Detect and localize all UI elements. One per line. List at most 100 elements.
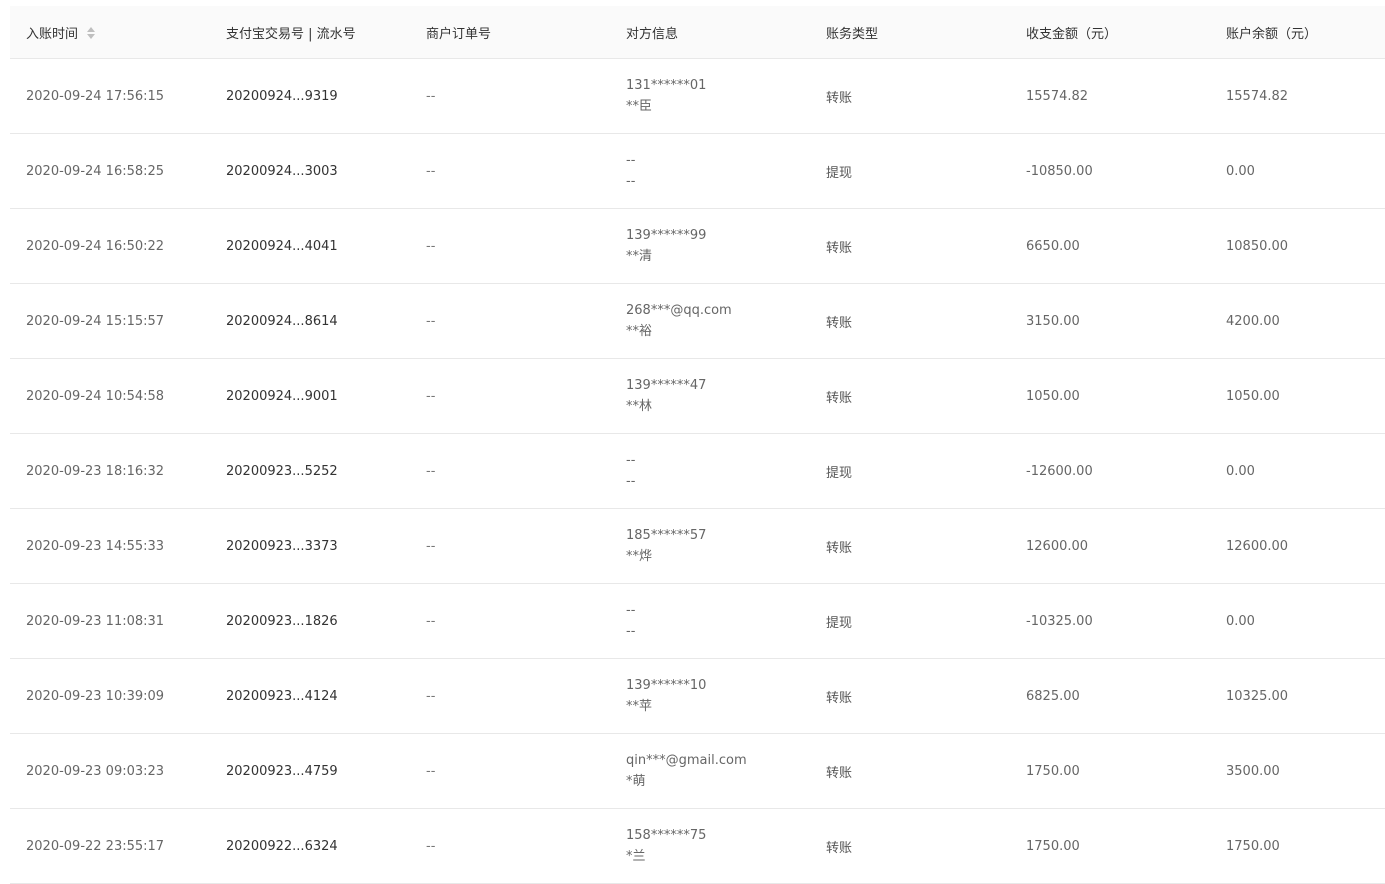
merchant-order-number: -- — [426, 538, 436, 554]
counterparty-account: 131******01 — [626, 78, 707, 93]
counterparty-info: 139******99 **清 — [610, 225, 810, 267]
account-balance: 0.00 — [1226, 613, 1255, 629]
counterparty-info: 131******01 **臣 — [610, 75, 810, 117]
entry-time: 2020-09-24 16:50:22 — [26, 238, 165, 254]
counterparty-account: -- — [626, 453, 636, 468]
transaction-type: 转账 — [826, 240, 853, 256]
account-balance: 0.00 — [1226, 163, 1255, 179]
account-balance: 1050.00 — [1226, 388, 1280, 404]
counterparty-account: 139******99 — [626, 228, 707, 243]
counterparty-account: qin***@gmail.com — [626, 753, 747, 768]
account-balance: 10325.00 — [1226, 688, 1289, 704]
counterparty-name: **烨 — [626, 549, 653, 564]
counterparty-name: *萌 — [626, 774, 646, 789]
column-header-label: 对方信息 — [626, 26, 679, 42]
transaction-amount: 6650.00 — [1026, 238, 1080, 254]
counterparty-info: 158******75 *兰 — [610, 825, 810, 867]
trade-number: 20200922...6324 — [226, 838, 338, 854]
counterparty-name: **苹 — [626, 699, 653, 714]
counterparty-name: -- — [626, 174, 636, 189]
column-header-label: 账务类型 — [826, 26, 879, 42]
transaction-type: 转账 — [826, 840, 853, 856]
table-row[interactable]: 2020-09-23 14:55:33 20200923...3373 -- 1… — [10, 509, 1385, 584]
transaction-amount: 1750.00 — [1026, 838, 1080, 854]
counterparty-info: -- -- — [610, 600, 810, 642]
entry-time: 2020-09-23 11:08:31 — [26, 613, 165, 629]
account-balance: 1750.00 — [1226, 838, 1280, 854]
entry-time: 2020-09-23 18:16:32 — [26, 463, 165, 479]
transaction-amount: -10850.00 — [1026, 163, 1093, 179]
counterparty-name: **裕 — [626, 324, 653, 339]
transaction-amount: 15574.82 — [1026, 88, 1089, 104]
entry-time: 2020-09-22 23:55:17 — [26, 838, 165, 854]
merchant-order-number: -- — [426, 88, 436, 104]
transaction-type: 转账 — [826, 765, 853, 781]
table-row[interactable]: 2020-09-24 15:15:57 20200924...8614 -- 2… — [10, 284, 1385, 359]
counterparty-info: -- -- — [610, 150, 810, 192]
transaction-type: 提现 — [826, 465, 853, 481]
column-header-label: 账户余额（元） — [1226, 26, 1318, 42]
entry-time: 2020-09-23 14:55:33 — [26, 538, 165, 554]
transaction-table: 入账时间 支付宝交易号 | 流水号 商户订单号 对方信息 账务类型 收支金额（元… — [10, 6, 1385, 884]
counterparty-name: **清 — [626, 249, 653, 264]
entry-time: 2020-09-24 10:54:58 — [26, 388, 165, 404]
column-header-balance: 账户余额（元） — [1210, 23, 1385, 42]
counterparty-name: -- — [626, 474, 636, 489]
counterparty-account: 139******10 — [626, 678, 707, 693]
table-row[interactable]: 2020-09-24 17:56:15 20200924...9319 -- 1… — [10, 59, 1385, 134]
account-balance: 12600.00 — [1226, 538, 1289, 554]
column-header-party: 对方信息 — [610, 23, 810, 42]
transaction-type: 转账 — [826, 90, 853, 106]
transaction-amount: 3150.00 — [1026, 313, 1080, 329]
column-header-label: 商户订单号 — [426, 26, 492, 42]
table-row[interactable]: 2020-09-23 10:39:09 20200923...4124 -- 1… — [10, 659, 1385, 734]
column-header-type: 账务类型 — [810, 23, 1010, 42]
counterparty-info: -- -- — [610, 450, 810, 492]
counterparty-name: **林 — [626, 399, 653, 414]
trade-number: 20200923...4124 — [226, 688, 338, 704]
account-balance: 10850.00 — [1226, 238, 1289, 254]
column-header-label: 支付宝交易号 | 流水号 — [226, 26, 356, 42]
trade-number: 20200923...1826 — [226, 613, 338, 629]
counterparty-account: -- — [626, 603, 636, 618]
merchant-order-number: -- — [426, 463, 436, 479]
account-balance: 15574.82 — [1226, 88, 1289, 104]
account-balance: 3500.00 — [1226, 763, 1280, 779]
column-header-time[interactable]: 入账时间 — [10, 23, 210, 42]
transaction-amount: 1050.00 — [1026, 388, 1080, 404]
trade-number: 20200924...9001 — [226, 388, 338, 404]
transaction-type: 转账 — [826, 540, 853, 556]
merchant-order-number: -- — [426, 763, 436, 779]
entry-time: 2020-09-24 16:58:25 — [26, 163, 165, 179]
counterparty-account: 158******75 — [626, 828, 707, 843]
counterparty-info: 185******57 **烨 — [610, 525, 810, 567]
counterparty-account: -- — [626, 153, 636, 168]
entry-time: 2020-09-24 15:15:57 — [26, 313, 165, 329]
table-row[interactable]: 2020-09-22 23:55:17 20200922...6324 -- 1… — [10, 809, 1385, 884]
sort-icon[interactable] — [87, 27, 96, 39]
table-row[interactable]: 2020-09-24 16:58:25 20200924...3003 -- -… — [10, 134, 1385, 209]
table-row[interactable]: 2020-09-23 18:16:32 20200923...5252 -- -… — [10, 434, 1385, 509]
transaction-amount: 12600.00 — [1026, 538, 1089, 554]
transaction-type: 提现 — [826, 165, 853, 181]
transaction-type: 提现 — [826, 615, 853, 631]
counterparty-account: 139******47 — [626, 378, 707, 393]
table-row[interactable]: 2020-09-23 11:08:31 20200923...1826 -- -… — [10, 584, 1385, 659]
counterparty-info: 139******47 **林 — [610, 375, 810, 417]
table-row[interactable]: 2020-09-24 16:50:22 20200924...4041 -- 1… — [10, 209, 1385, 284]
counterparty-name: -- — [626, 624, 636, 639]
counterparty-account: 268***@qq.com — [626, 303, 732, 318]
transaction-type: 转账 — [826, 315, 853, 331]
merchant-order-number: -- — [426, 163, 436, 179]
column-header-label: 收支金额（元） — [1026, 26, 1118, 42]
transaction-amount: -12600.00 — [1026, 463, 1093, 479]
trade-number: 20200923...4759 — [226, 763, 338, 779]
transaction-type: 转账 — [826, 390, 853, 406]
transaction-type: 转账 — [826, 690, 853, 706]
table-row[interactable]: 2020-09-23 09:03:23 20200923...4759 -- q… — [10, 734, 1385, 809]
table-row[interactable]: 2020-09-24 10:54:58 20200924...9001 -- 1… — [10, 359, 1385, 434]
merchant-order-number: -- — [426, 688, 436, 704]
column-header-trade-no: 支付宝交易号 | 流水号 — [210, 23, 410, 42]
merchant-order-number: -- — [426, 313, 436, 329]
entry-time: 2020-09-23 10:39:09 — [26, 688, 165, 704]
